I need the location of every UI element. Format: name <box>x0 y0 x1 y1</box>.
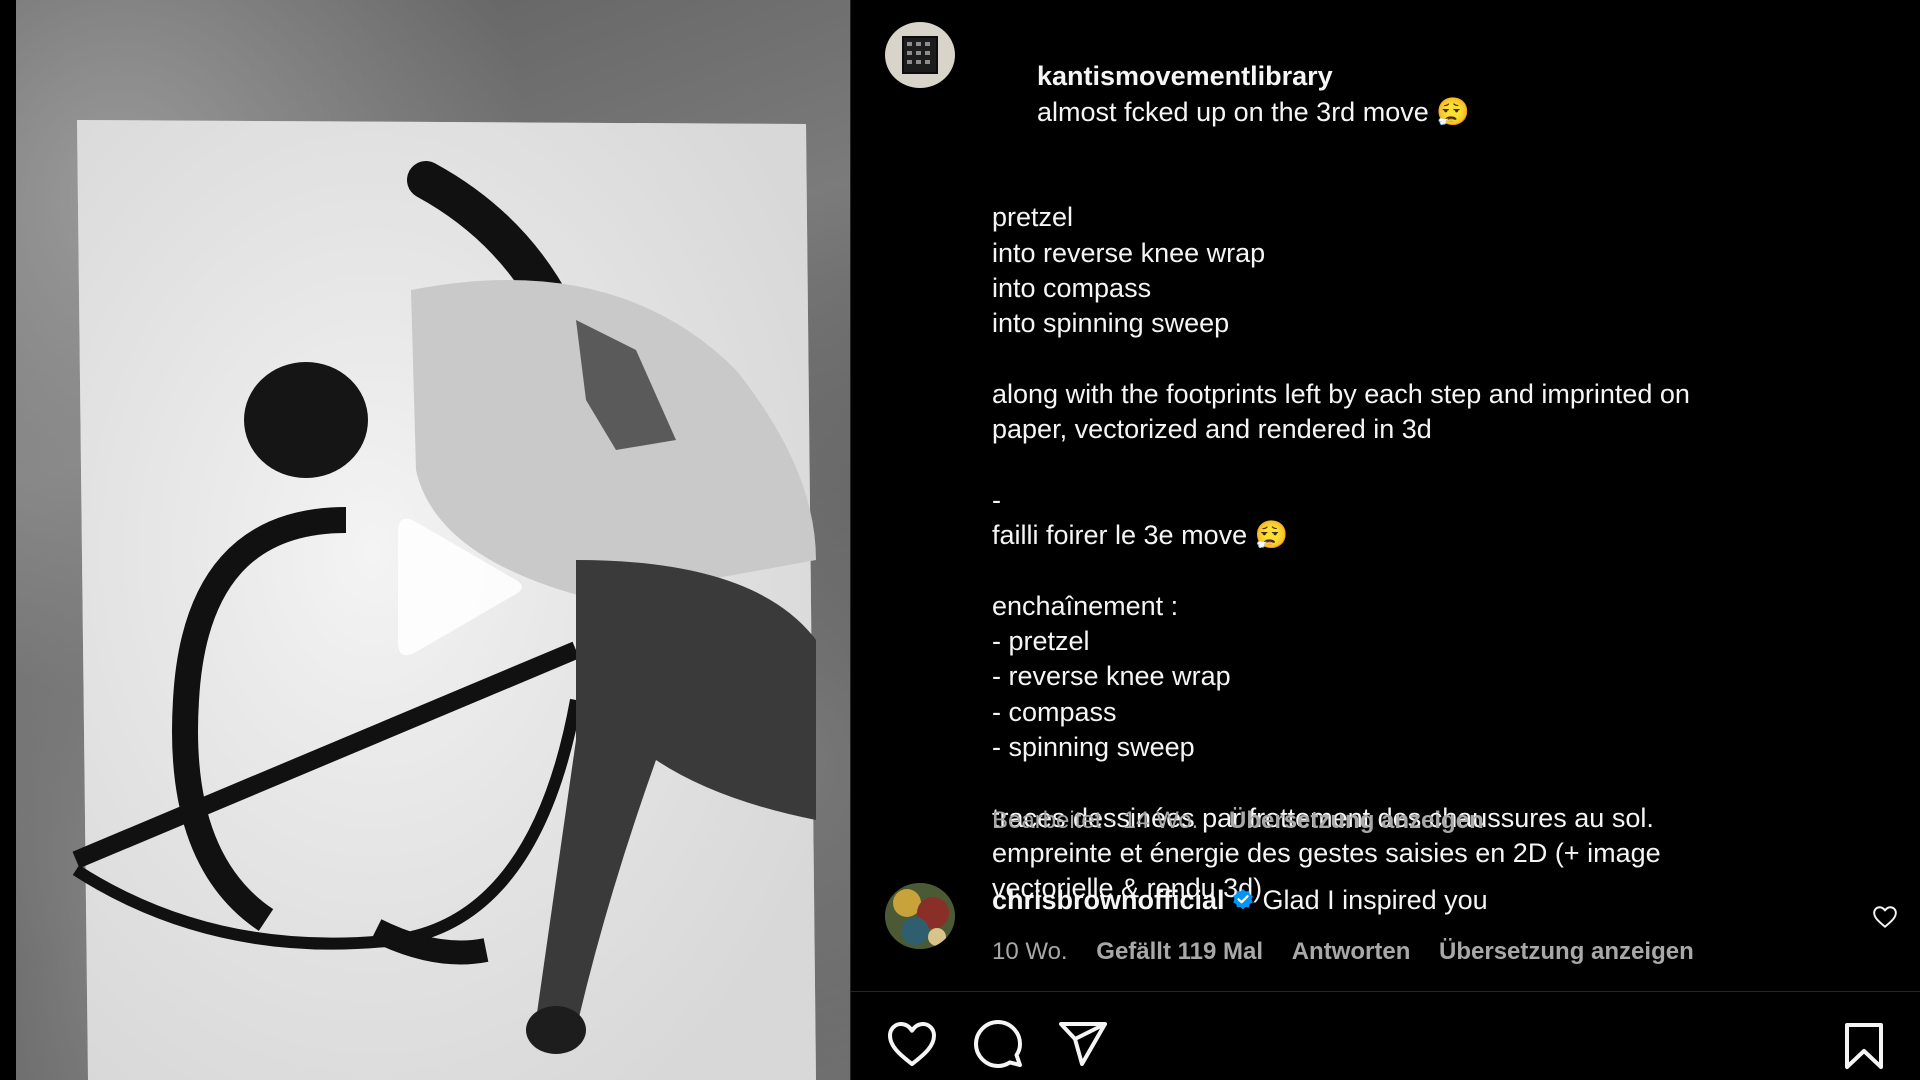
caption-line: paper, vectorized and rendered in 3d <box>992 414 1432 445</box>
comment-translation-link[interactable]: Übersetzung anzeigen <box>1439 938 1694 965</box>
caption-line: along with the footprints left by each s… <box>992 378 1690 409</box>
play-icon <box>398 518 522 656</box>
commenter-username[interactable]: chrisbrownofficial <box>992 885 1225 915</box>
caption-line: - pretzel <box>992 626 1090 657</box>
caption-line <box>992 765 1872 800</box>
author-avatar[interactable] <box>885 22 955 88</box>
commenter-avatar-image <box>885 883 955 949</box>
caption-line <box>992 342 1872 377</box>
verified-badge-icon <box>1232 889 1253 910</box>
commenter-avatar[interactable] <box>885 883 955 949</box>
paper-plane-icon[interactable] <box>1058 1021 1108 1067</box>
comment-bubble-icon[interactable] <box>972 1018 1024 1070</box>
caption-line <box>992 553 1872 588</box>
caption-line <box>992 165 1872 200</box>
caption-line: failli foirer le 3e move 😮‍💨 <box>992 520 1289 551</box>
caption-line: - <box>992 484 1001 515</box>
comment-like-heart-icon[interactable] <box>1872 905 1898 929</box>
avatar-logo <box>902 36 938 74</box>
post-caption: kantismovementlibrary almost fcked up on… <box>992 24 1872 906</box>
post-details-panel: kantismovementlibrary almost fcked up on… <box>851 0 1920 1080</box>
edited-timestamp: Bearbeitet · 14 Wo. <box>992 807 1199 834</box>
caption-line: empreinte et énergie des gestes saisies … <box>992 837 1661 868</box>
caption-line: enchaînement : <box>992 590 1179 621</box>
comment-meta: 10 Wo. Gefällt 119 Mal Antworten Überset… <box>992 938 1694 966</box>
author-username[interactable]: kantismovementlibrary <box>1037 61 1333 91</box>
caption-line: - compass <box>992 696 1117 727</box>
comment: chrisbrownofficial Glad I inspired you <box>992 885 1488 916</box>
actions-divider <box>851 991 1920 992</box>
comment-text: Glad I inspired you <box>1262 885 1488 915</box>
reply-button[interactable]: Antworten <box>1292 938 1411 965</box>
bookmark-icon[interactable] <box>1843 1022 1885 1070</box>
post-media[interactable] <box>0 0 850 1080</box>
caption-line: into reverse knee wrap <box>992 237 1266 268</box>
post-meta: Bearbeitet · 14 Wo. Übersetzung anzeigen <box>992 807 1484 835</box>
caption-line: into compass <box>992 273 1152 304</box>
caption-first-line: almost fcked up on the 3rd move 😮‍💨 <box>1037 96 1470 127</box>
heart-icon[interactable] <box>886 1020 938 1068</box>
caption-line: into spinning sweep <box>992 308 1230 339</box>
comment-timestamp: 10 Wo. <box>992 938 1068 965</box>
show-translation-link[interactable]: Übersetzung anzeigen <box>1229 807 1484 834</box>
caption-line <box>992 448 1872 483</box>
caption-line: - reverse knee wrap <box>992 661 1231 692</box>
video-frame[interactable] <box>16 0 850 1080</box>
play-button[interactable] <box>388 512 528 662</box>
caption-line: pretzel <box>992 202 1074 233</box>
comment-likes-count[interactable]: Gefällt 119 Mal <box>1096 938 1263 965</box>
caption-line: - spinning sweep <box>992 731 1195 762</box>
